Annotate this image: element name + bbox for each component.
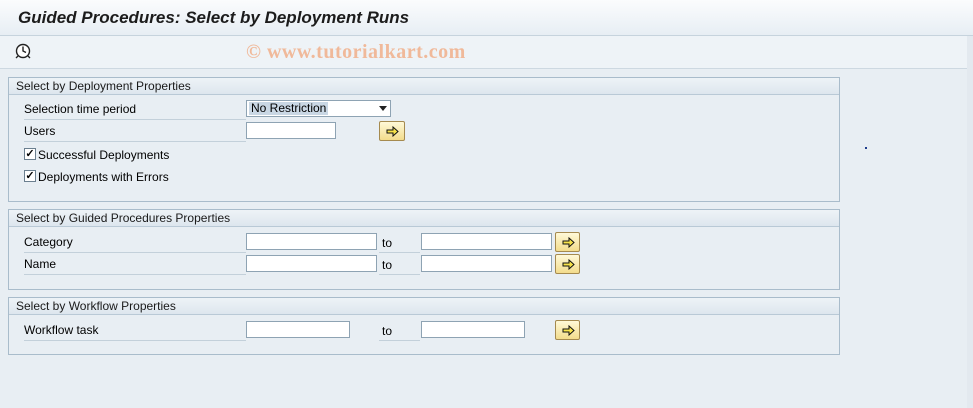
stray-dot xyxy=(865,147,867,149)
application-toolbar: © www.tutorialkart.com xyxy=(0,36,973,69)
name-row: Name to xyxy=(9,254,839,276)
users-label: Users xyxy=(24,121,246,142)
successful-checkbox[interactable]: ✓ xyxy=(24,148,36,160)
name-to-label: to xyxy=(379,254,420,275)
group-header: Select by Deployment Properties xyxy=(9,78,839,95)
arrow-right-icon xyxy=(562,237,575,248)
time-period-dropdown[interactable]: No Restriction xyxy=(246,100,391,117)
workflow-properties-group: Select by Workflow Properties Workflow t… xyxy=(8,297,840,355)
category-from-input[interactable] xyxy=(246,233,377,250)
clock-execute-icon[interactable] xyxy=(14,42,32,60)
category-to-input[interactable] xyxy=(421,233,552,250)
time-period-label: Selection time period xyxy=(24,99,246,120)
category-to-label: to xyxy=(379,232,420,253)
category-row: Category to xyxy=(9,232,839,254)
workflow-task-label: Workflow task xyxy=(24,320,246,341)
title-bar: Guided Procedures: Select by Deployment … xyxy=(0,0,973,36)
name-multiple-selection-button[interactable] xyxy=(555,254,580,274)
group-header: Select by Workflow Properties xyxy=(9,298,839,315)
group-header: Select by Guided Procedures Properties xyxy=(9,210,839,227)
name-to-input[interactable] xyxy=(421,255,552,272)
users-input[interactable] xyxy=(246,122,336,139)
time-period-value: No Restriction xyxy=(249,101,329,115)
guided-procedures-properties-group: Select by Guided Procedures Properties C… xyxy=(8,209,840,290)
arrow-right-icon xyxy=(562,259,575,270)
multiple-selection-button[interactable] xyxy=(379,121,405,141)
workflow-task-multiple-selection-button[interactable] xyxy=(555,320,580,340)
users-row: Users xyxy=(9,121,839,143)
errors-label: Deployments with Errors xyxy=(38,170,169,184)
watermark: © www.tutorialkart.com xyxy=(246,41,466,63)
errors-checkbox[interactable]: ✓ xyxy=(24,170,36,182)
category-label: Category xyxy=(24,232,246,253)
name-from-input[interactable] xyxy=(246,255,377,272)
arrow-right-icon xyxy=(562,325,575,336)
successful-row: ✓ Successful Deployments xyxy=(9,146,839,168)
name-label: Name xyxy=(24,254,246,275)
category-multiple-selection-button[interactable] xyxy=(555,232,580,252)
deployment-properties-group: Select by Deployment Properties Selectio… xyxy=(8,77,840,202)
workflow-task-to-label: to xyxy=(379,320,420,341)
page-title: Guided Procedures: Select by Deployment … xyxy=(18,8,410,27)
workflow-task-from-input[interactable] xyxy=(246,321,350,338)
chevron-down-icon[interactable] xyxy=(379,106,387,111)
workflow-task-to-input[interactable] xyxy=(421,321,525,338)
scrollbar[interactable] xyxy=(967,36,973,408)
successful-label: Successful Deployments xyxy=(38,148,170,162)
workflow-task-row: Workflow task to xyxy=(9,320,839,342)
errors-row: ✓ Deployments with Errors xyxy=(9,168,839,190)
time-period-row: Selection time period No Restriction xyxy=(9,99,839,121)
arrow-right-icon xyxy=(386,126,399,137)
